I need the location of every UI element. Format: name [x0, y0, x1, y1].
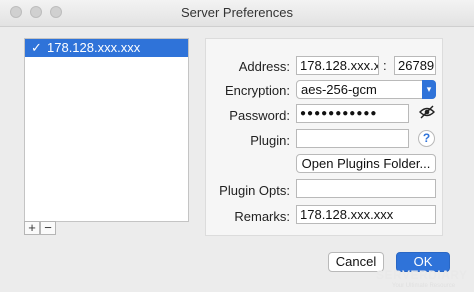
remarks-label: Remarks:: [234, 209, 290, 224]
address-port-field[interactable]: 26789: [394, 56, 436, 75]
open-plugins-folder-button[interactable]: Open Plugins Folder...: [296, 154, 436, 173]
encryption-select[interactable]: aes-256-gcm ▾: [296, 80, 436, 99]
add-server-button[interactable]: +: [24, 221, 40, 235]
plugin-field[interactable]: [296, 129, 409, 148]
server-preferences-window: Server Preferences ✓ 178.128.xxx.xxx + −…: [0, 0, 474, 292]
password-field[interactable]: ●●●●●●●●●●●: [296, 104, 409, 123]
remove-server-button[interactable]: −: [40, 221, 56, 235]
plugin-label: Plugin:: [250, 133, 290, 148]
address-port-separator: :: [383, 58, 387, 73]
address-label: Address:: [238, 59, 290, 74]
password-label: Password:: [229, 108, 290, 123]
window-title: Server Preferences: [181, 5, 293, 20]
watermark-logo: SERVERDIARY: [376, 268, 468, 282]
help-icon[interactable]: ?: [418, 130, 435, 147]
server-list[interactable]: ✓ 178.128.xxx.xxx: [24, 38, 189, 222]
plugin-opts-label: Plugin Opts:: [219, 183, 290, 198]
plugin-opts-field[interactable]: [296, 179, 436, 198]
remarks-field[interactable]: 178.128.xxx.xxx: [296, 205, 436, 224]
eye-icon[interactable]: [419, 105, 435, 119]
title-bar: Server Preferences: [0, 0, 474, 27]
server-list-item-label: 178.128.xxx.xxx: [47, 40, 141, 55]
encryption-label: Encryption:: [224, 83, 290, 98]
encryption-value: aes-256-gcm: [301, 82, 377, 97]
server-list-item[interactable]: ✓ 178.128.xxx.xxx: [25, 39, 188, 57]
chevron-down-icon: ▾: [422, 80, 436, 99]
address-host-field[interactable]: 178.128.xxx.xxx: [296, 56, 379, 75]
checkmark-icon: ✓: [31, 40, 42, 55]
list-controls: + −: [24, 221, 58, 236]
watermark-tagline: Your Ultimate Resource: [392, 283, 456, 289]
